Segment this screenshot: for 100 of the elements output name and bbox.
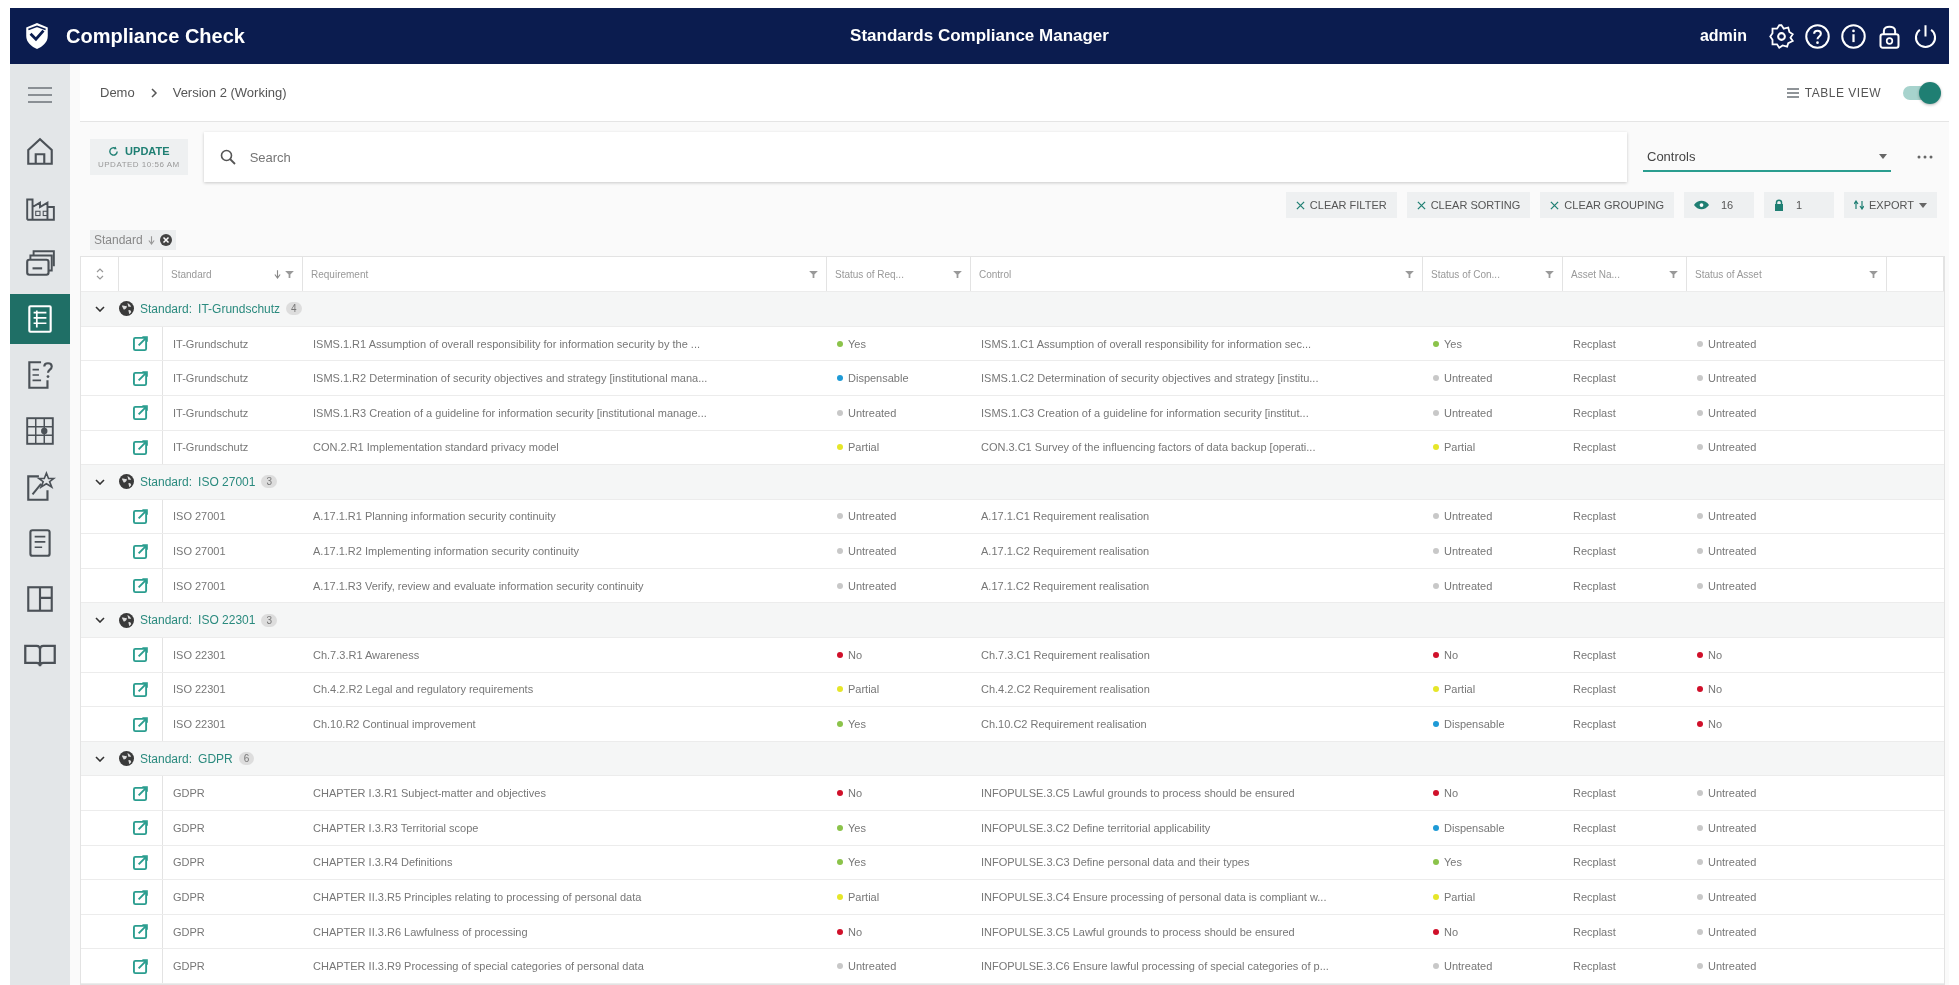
clear-button[interactable]: CLEAR GROUPING (1540, 192, 1674, 219)
chevron-down-icon[interactable] (95, 755, 105, 762)
status-text: Untreated (1444, 510, 1493, 523)
chevron-down-icon[interactable] (95, 305, 105, 312)
table-cell-text: A.17.1.C2 Requirement realisation (980, 579, 1151, 592)
edit-icon[interactable] (133, 370, 148, 386)
user-name[interactable]: admin (1699, 27, 1747, 45)
lock-icon (1773, 199, 1784, 212)
settings-icon[interactable] (1768, 22, 1795, 50)
chevron-down-icon[interactable] (95, 478, 105, 485)
table-cell-text: CHAPTER I.3.R3 Territorial scope (312, 821, 480, 834)
edit-icon[interactable] (133, 336, 148, 351)
status-text: Partial (1444, 441, 1476, 454)
edit-icon[interactable] (133, 405, 148, 421)
table-cell-text: Recplast (1572, 821, 1617, 834)
home-icon (24, 135, 56, 167)
table-cell-text: ISO 27001 (172, 579, 227, 592)
status-text: Partial (1444, 683, 1476, 696)
search-bar[interactable]: Search (203, 132, 1627, 183)
table-cell-text: CON.2.R1 Implementation standard privacy model (312, 441, 560, 454)
edit-icon[interactable] (133, 716, 148, 732)
edit-icon[interactable] (133, 924, 148, 940)
edit-icon[interactable] (133, 509, 148, 524)
breadcrumb-link[interactable]: Version 2 (Working) (172, 85, 287, 101)
table-cell-text: GDPR (172, 787, 206, 800)
filter-icon (809, 270, 818, 278)
status-text: No (1708, 718, 1723, 731)
table-cell-text: Recplast (1572, 683, 1617, 696)
edit-icon[interactable] (133, 543, 148, 559)
status-text: Untreated (1444, 579, 1493, 592)
table-cell-text: Recplast (1572, 545, 1617, 558)
status-text: Partial (848, 683, 880, 696)
close-icon (1416, 200, 1426, 210)
table-cell-text: IT-Grundschutz (172, 337, 250, 350)
status-text: Untreated (1708, 441, 1757, 454)
globe-icon (119, 474, 134, 490)
status-text: Yes (1444, 856, 1462, 869)
table-cell-text: Recplast (1572, 372, 1617, 385)
table-cell-text: A.17.1.R1 Planning information security continuity (312, 510, 557, 523)
sort-icon[interactable] (95, 267, 104, 282)
sidebar-item[interactable] (10, 294, 70, 344)
edit-icon[interactable] (133, 958, 148, 974)
update-button[interactable]: UPDATE UPDATED 10:56 AM (90, 139, 188, 176)
export-button[interactable]: EXPORT (1843, 192, 1937, 219)
status-text: Untreated (1708, 891, 1757, 903)
table-cell-text: IT-Grundschutz (172, 406, 250, 419)
clear-button[interactable]: CLEAR FILTER (1285, 192, 1397, 219)
table-cell-text: CON.3.C1 Survey of the influencing factors of data backup [operati... (980, 441, 1317, 454)
group-value: ISO 22301 (198, 613, 256, 628)
edit-icon[interactable] (133, 647, 148, 663)
table-cell-text: Ch.7.3.C1 Requirement realisation (980, 648, 1151, 661)
group-label: Standard: (140, 751, 193, 766)
more-icon[interactable] (1917, 155, 1933, 160)
view-dropdown[interactable]: Controls (1643, 142, 1891, 172)
table-cell-text: Ch.10.R2 Continual improvement (312, 718, 477, 731)
search-field[interactable]: Search (247, 148, 1611, 166)
table-cell-text: Recplast (1572, 337, 1617, 350)
search-icon (219, 149, 236, 166)
chevron-down-icon[interactable] (95, 617, 105, 624)
group-label: Standard: (140, 301, 193, 316)
remove-icon[interactable] (159, 234, 172, 247)
table-cell-text: Ch.10.C2 Requirement realisation (980, 718, 1148, 731)
edit-icon[interactable] (133, 785, 148, 801)
table-cell-text: ISMS.1.C1 Assumption of overall responsibility for information sec... (980, 337, 1313, 350)
status-text: Untreated (1444, 406, 1493, 419)
edit-icon[interactable] (133, 439, 148, 455)
edit-icon[interactable] (133, 889, 148, 905)
edit-icon[interactable] (133, 681, 148, 697)
table-cell-text: CHAPTER II.3.R6 Lawfulness of processing (312, 925, 529, 938)
edit-icon[interactable] (133, 578, 148, 594)
table-cell-text: ISMS.1.C3 Creation of a guideline for information security [institut... (980, 406, 1310, 419)
status-text: Untreated (1708, 545, 1757, 558)
count-badge: 6 (238, 752, 255, 766)
info-icon[interactable] (1840, 22, 1867, 50)
table-cell-text: IT-Grundschutz (172, 441, 250, 454)
edit-icon[interactable] (133, 820, 148, 836)
power-icon[interactable] (1912, 22, 1939, 50)
count-badge: 4 (286, 302, 302, 316)
status-text: No (848, 925, 863, 938)
table-cell-text: INFOPULSE.3.C5 Lawful grounds to process should be ensured (980, 925, 1296, 938)
table-cell-text: GDPR (172, 856, 206, 869)
star-document-icon (24, 471, 56, 503)
table-cell-text: Recplast (1572, 787, 1617, 800)
table-cell-text: GDPR (172, 925, 206, 938)
table-cell-text: ISMS.1.R2 Determination of security objectives and strategy [institutional mana... (312, 372, 709, 385)
help-icon[interactable] (1804, 22, 1831, 50)
visible-columns-button[interactable]: 16 (1683, 192, 1754, 219)
edit-icon[interactable] (133, 854, 148, 870)
table-cell-text: Ch.4.2.C2 Requirement realisation (980, 683, 1151, 696)
table-cell-text: ISMS.1.R3 Creation of a guideline for information security [institutional manage... (312, 406, 708, 419)
table-view-label: TABLE VIEW (1804, 85, 1881, 100)
count-badge: 3 (261, 613, 277, 627)
breadcrumb-link[interactable]: Demo (100, 85, 135, 101)
table-cell-text: A.17.1.R3 Verify, review and evaluate information security continuity (312, 579, 645, 592)
caret-icon (1879, 153, 1887, 159)
locked-columns-button[interactable]: 1 (1763, 192, 1834, 219)
table-cell-text: ISO 22301 (172, 648, 227, 661)
status-text: Partial (848, 441, 880, 454)
clear-button[interactable]: CLEAR SORTING (1406, 192, 1531, 219)
table-cell-text: A.17.1.C2 Requirement realisation (980, 545, 1151, 558)
